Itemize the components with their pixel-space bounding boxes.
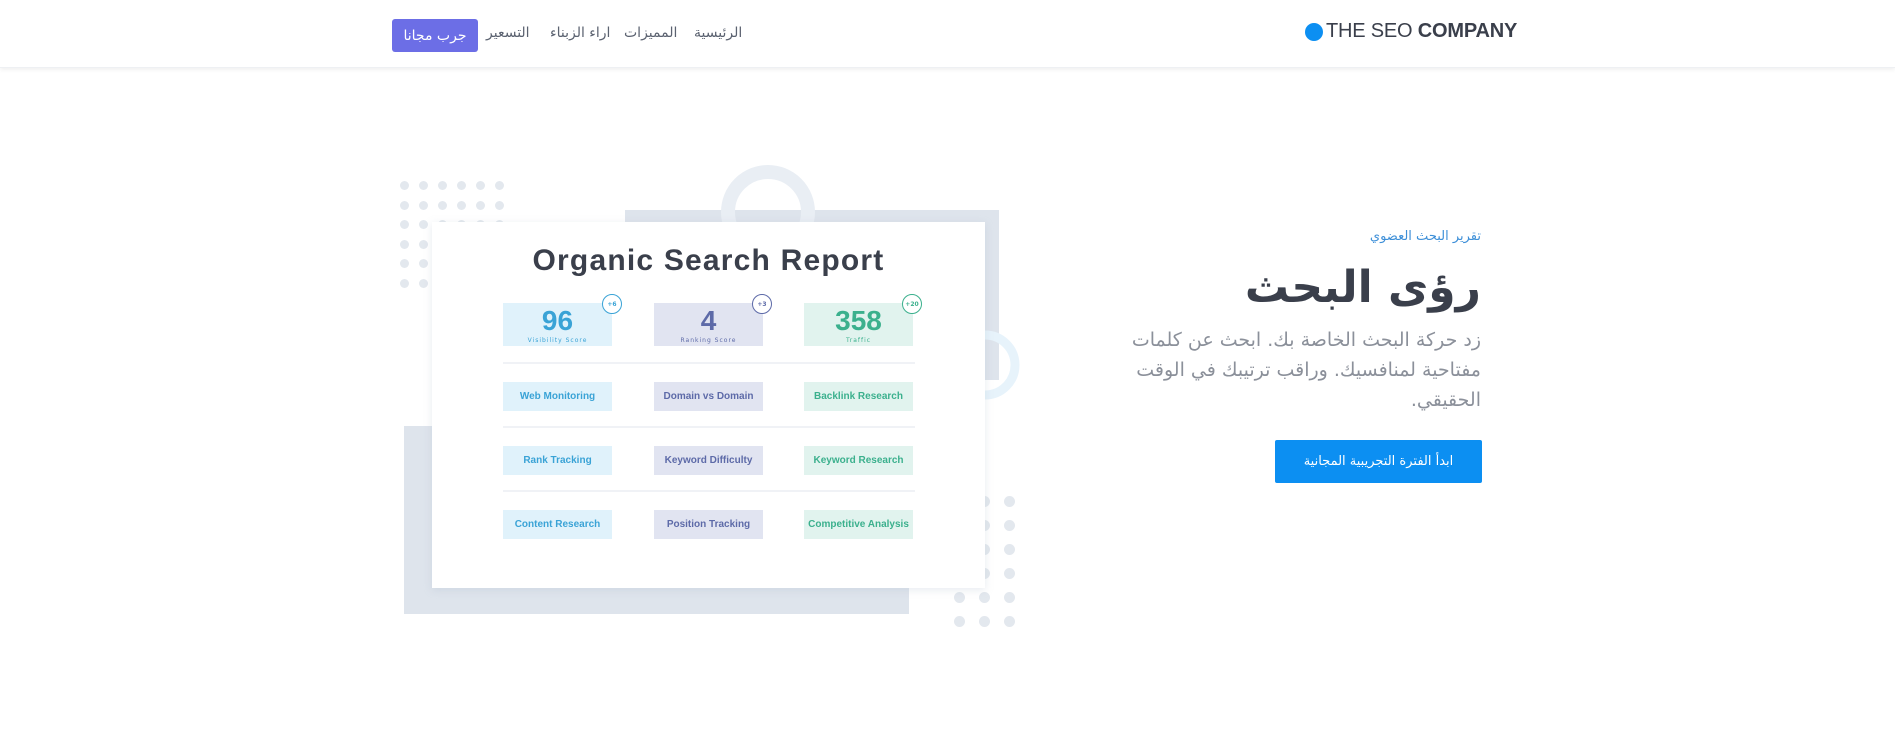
divider (503, 490, 915, 492)
tool-position-tracking[interactable]: Position Tracking (654, 510, 763, 539)
tool-content-research[interactable]: Content Research (503, 510, 612, 539)
tool-rank-tracking[interactable]: Rank Tracking (503, 446, 612, 475)
metric-badge: +6 (602, 294, 622, 314)
metric-badge: +20 (902, 294, 922, 314)
metric-traffic: 358 Traffic (804, 303, 913, 346)
metric-label: Traffic (845, 337, 872, 344)
divider (503, 362, 915, 364)
tool-keyword-difficulty[interactable]: Keyword Difficulty (654, 446, 763, 475)
tool-web-monitoring[interactable]: Web Monitoring (503, 382, 612, 411)
divider (503, 426, 915, 428)
metric-value: 96 (541, 305, 574, 336)
metric-badge: +3 (752, 294, 772, 314)
metric-value: 358 (835, 305, 882, 336)
metric-visibility: 96 Visibility Score (503, 303, 612, 346)
tool-keyword-research[interactable]: Keyword Research (804, 446, 913, 475)
report-card: Organic Search Report 96 Visibility Scor… (432, 222, 985, 588)
metric-label: Visibility Score (527, 337, 588, 344)
metric-ranking: 4 Ranking Score (654, 303, 763, 346)
tool-competitive-analysis[interactable]: Competitive Analysis (804, 510, 913, 539)
metric-value: 4 (700, 305, 717, 336)
tool-domain-vs-domain[interactable]: Domain vs Domain (654, 382, 763, 411)
report-title: Organic Search Report (532, 244, 885, 277)
metric-label: Ranking Score (680, 337, 737, 344)
tool-backlink-research[interactable]: Backlink Research (804, 382, 913, 411)
